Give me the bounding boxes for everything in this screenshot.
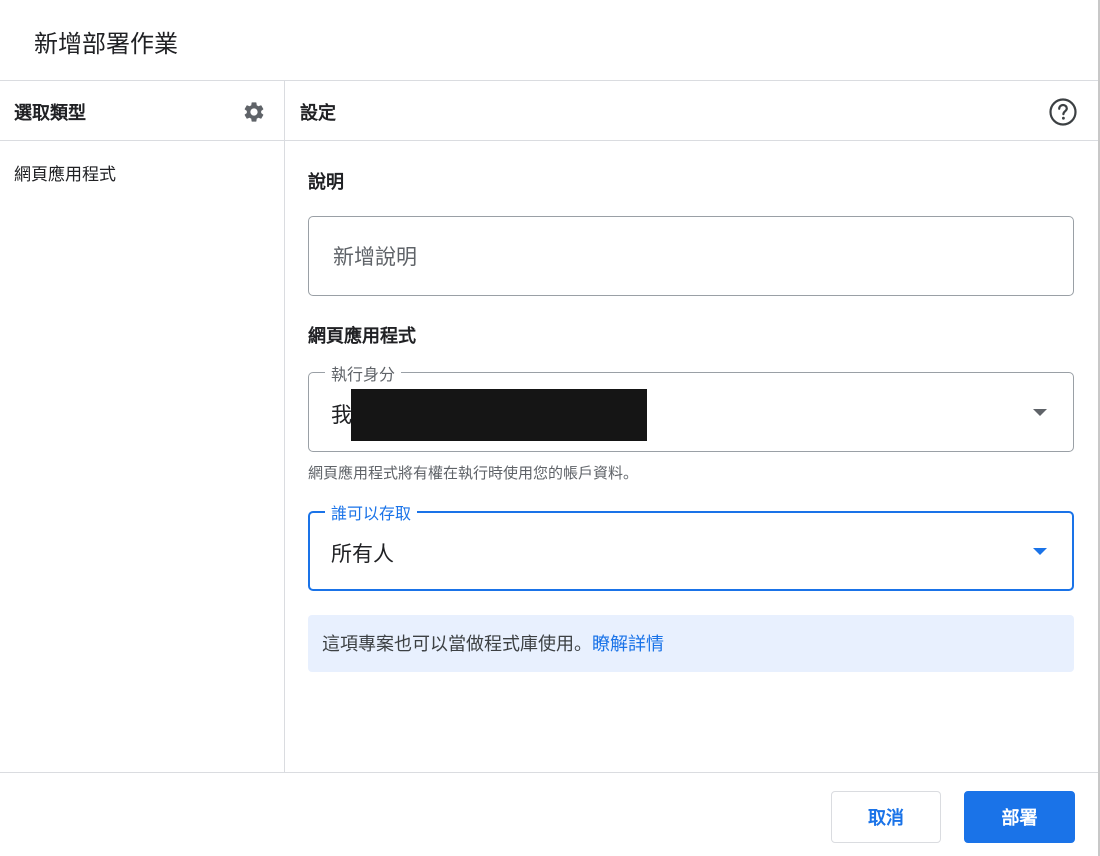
- help-circle-icon[interactable]: [1047, 96, 1079, 128]
- cancel-button[interactable]: 取消: [831, 791, 941, 843]
- settings-title: 設定: [300, 103, 336, 124]
- panel-divider: [284, 81, 285, 773]
- caret-down-icon: [1033, 548, 1047, 555]
- execute-as-label: 執行身分: [325, 361, 402, 385]
- web-app-section-label: 網頁應用程式: [308, 326, 416, 347]
- execute-as-helper-text: 網頁應用程式將有權在執行時使用您的帳戶資料。: [308, 464, 639, 482]
- who-has-access-select[interactable]: 誰可以存取 所有人: [308, 500, 1074, 591]
- new-deployment-dialog: 新增部署作業 選取類型 網頁應用程式 設定 說明 網頁應用程式 執行身分 我 網…: [0, 0, 1100, 856]
- description-input[interactable]: [331, 217, 1055, 297]
- execute-as-select[interactable]: 執行身分 我: [308, 361, 1074, 452]
- execute-as-value: 我: [331, 403, 352, 427]
- library-info-message: 這項專案也可以當做程式庫使用。: [322, 634, 592, 655]
- select-type-title: 選取類型: [14, 103, 86, 124]
- learn-more-link[interactable]: 瞭解詳情: [592, 634, 664, 655]
- who-has-access-value: 所有人: [331, 542, 394, 566]
- footer-divider: [0, 772, 1100, 773]
- library-info-text: 這項專案也可以當做程式庫使用。瞭解詳情: [322, 630, 664, 656]
- redacted-block: [351, 389, 647, 441]
- panel-header-divider: [0, 140, 1100, 141]
- dialog-title: 新增部署作業: [34, 30, 178, 58]
- description-label: 說明: [308, 172, 344, 193]
- who-has-access-label: 誰可以存取: [325, 500, 418, 524]
- deploy-button[interactable]: 部署: [964, 791, 1075, 843]
- caret-down-icon: [1033, 409, 1047, 416]
- library-info-banner: 這項專案也可以當做程式庫使用。瞭解詳情: [308, 615, 1074, 672]
- description-field: [308, 216, 1074, 297]
- type-item-web-app[interactable]: 網頁應用程式: [14, 160, 116, 185]
- gear-icon[interactable]: [241, 99, 267, 125]
